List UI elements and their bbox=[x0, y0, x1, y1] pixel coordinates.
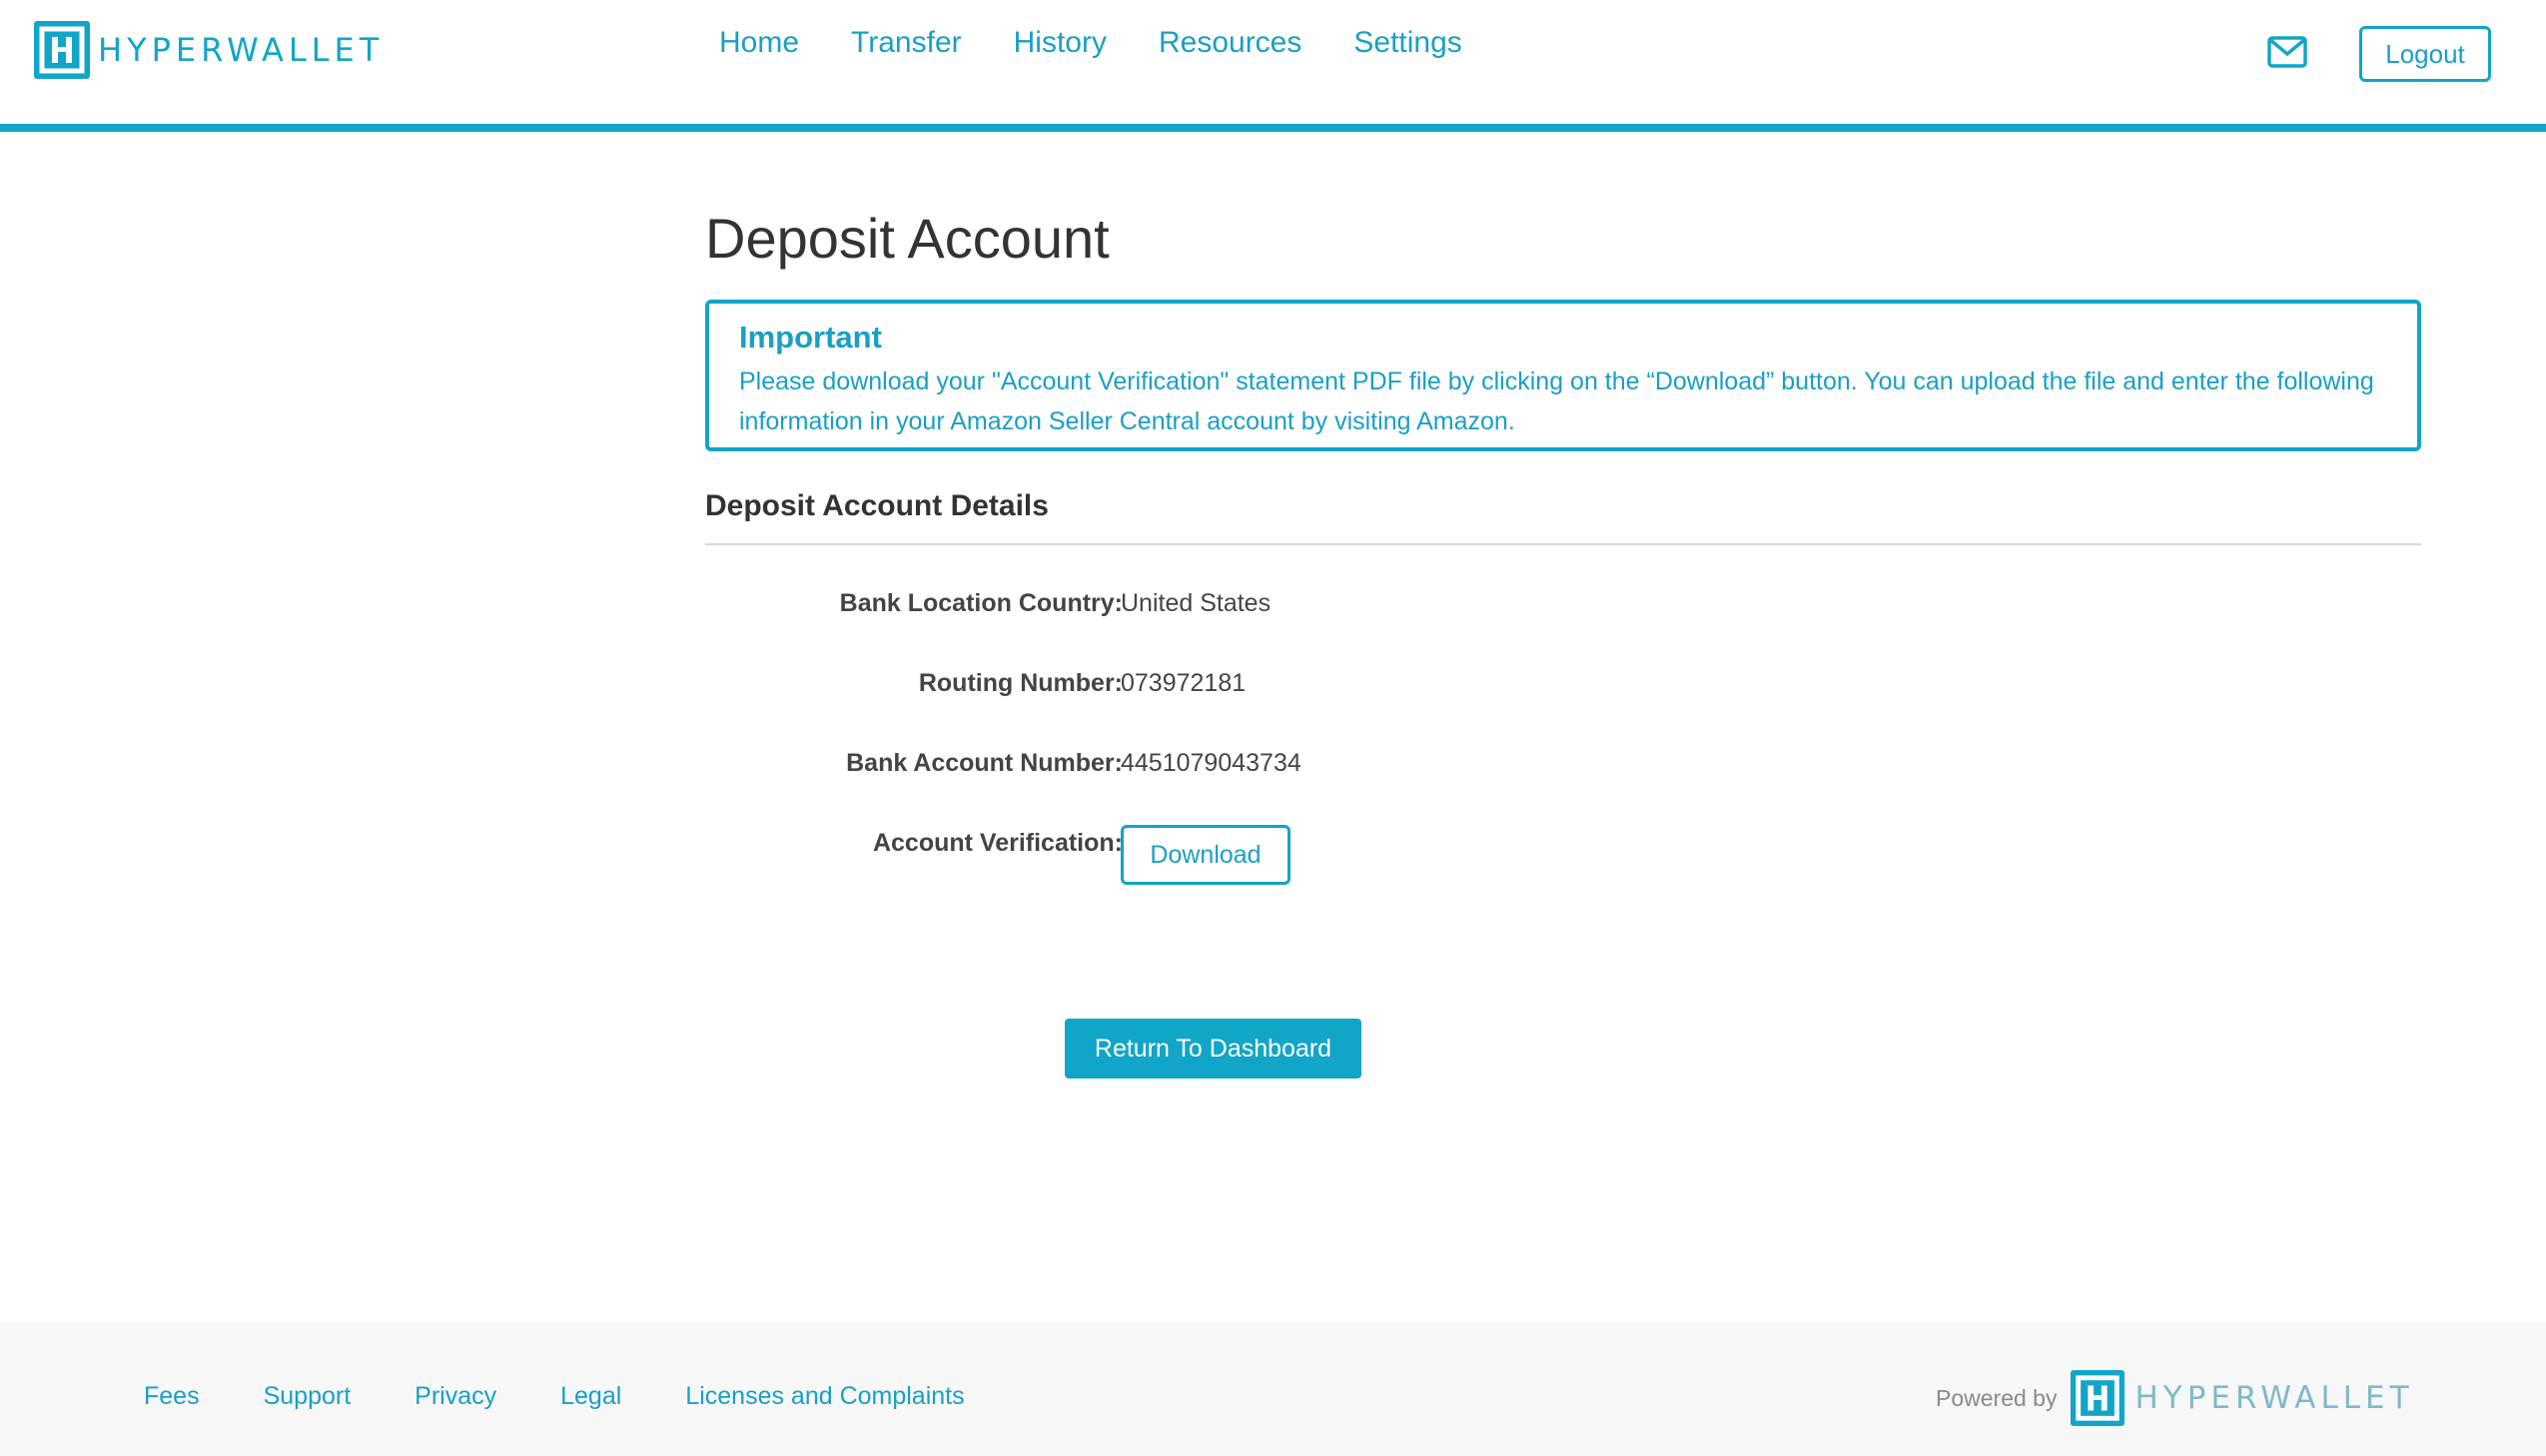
nav-resources[interactable]: Resources bbox=[1159, 26, 1301, 60]
hyperwallet-logo[interactable]: HYPERWALLET bbox=[34, 20, 384, 80]
detail-value: 073972181 bbox=[1121, 669, 1247, 697]
powered-by: Powered by HYPERWALLET bbox=[1936, 1370, 2414, 1426]
detail-value: United States bbox=[1121, 589, 1272, 617]
detail-value: 4451079043734 bbox=[1121, 749, 1301, 777]
detail-label: Bank Account Number: bbox=[846, 749, 1123, 777]
detail-row-account-number: Bank Account Number: 4451079043734 bbox=[705, 749, 2421, 789]
footer: Fees Support Privacy Legal Licenses and … bbox=[0, 1322, 2546, 1456]
section-title: Deposit Account Details bbox=[705, 489, 1049, 522]
download-button[interactable]: Download bbox=[1121, 825, 1290, 885]
logout-button[interactable]: Logout bbox=[2359, 26, 2491, 82]
notice-title: Important bbox=[739, 320, 882, 355]
detail-label: Account Verification: bbox=[872, 829, 1123, 857]
hyperwallet-logo-icon bbox=[34, 21, 90, 79]
footer-links: Fees Support Privacy Legal Licenses and … bbox=[144, 1382, 1029, 1411]
important-notice: Important Please download your "Account … bbox=[705, 300, 2421, 451]
detail-label: Routing Number: bbox=[918, 669, 1123, 697]
nav-transfer[interactable]: Transfer bbox=[851, 26, 962, 60]
footer-link-legal[interactable]: Legal bbox=[560, 1382, 621, 1411]
page-title: Deposit Account bbox=[705, 207, 1110, 270]
detail-row-routing-number: Routing Number: 073972181 bbox=[705, 669, 2421, 709]
footer-link-fees[interactable]: Fees bbox=[144, 1382, 200, 1411]
nav-home[interactable]: Home bbox=[719, 26, 799, 60]
detail-row-account-verification: Account Verification: bbox=[705, 829, 2421, 869]
footer-brand-name: HYPERWALLET bbox=[2134, 1380, 2414, 1416]
mail-icon[interactable] bbox=[2267, 36, 2307, 68]
hyperwallet-footer-logo-icon bbox=[2071, 1370, 2125, 1426]
header: HYPERWALLET Home Transfer History Resour… bbox=[0, 0, 2546, 132]
notice-body: Please download your "Account Verificati… bbox=[739, 367, 2374, 435]
detail-label: Bank Location Country: bbox=[839, 589, 1123, 617]
footer-link-licenses[interactable]: Licenses and Complaints bbox=[685, 1382, 964, 1411]
nav-settings[interactable]: Settings bbox=[1353, 26, 1461, 60]
section-divider bbox=[705, 543, 2421, 545]
footer-link-privacy[interactable]: Privacy bbox=[415, 1382, 496, 1411]
return-to-dashboard-button[interactable]: Return To Dashboard bbox=[1065, 1019, 1361, 1079]
main-nav: Home Transfer History Resources Settings bbox=[719, 26, 1514, 60]
brand-name: HYPERWALLET bbox=[98, 31, 385, 69]
powered-by-label: Powered by bbox=[1936, 1384, 2058, 1411]
nav-history[interactable]: History bbox=[1014, 26, 1107, 60]
footer-link-support[interactable]: Support bbox=[264, 1382, 352, 1411]
detail-row-bank-country: Bank Location Country: United States bbox=[705, 589, 2421, 629]
